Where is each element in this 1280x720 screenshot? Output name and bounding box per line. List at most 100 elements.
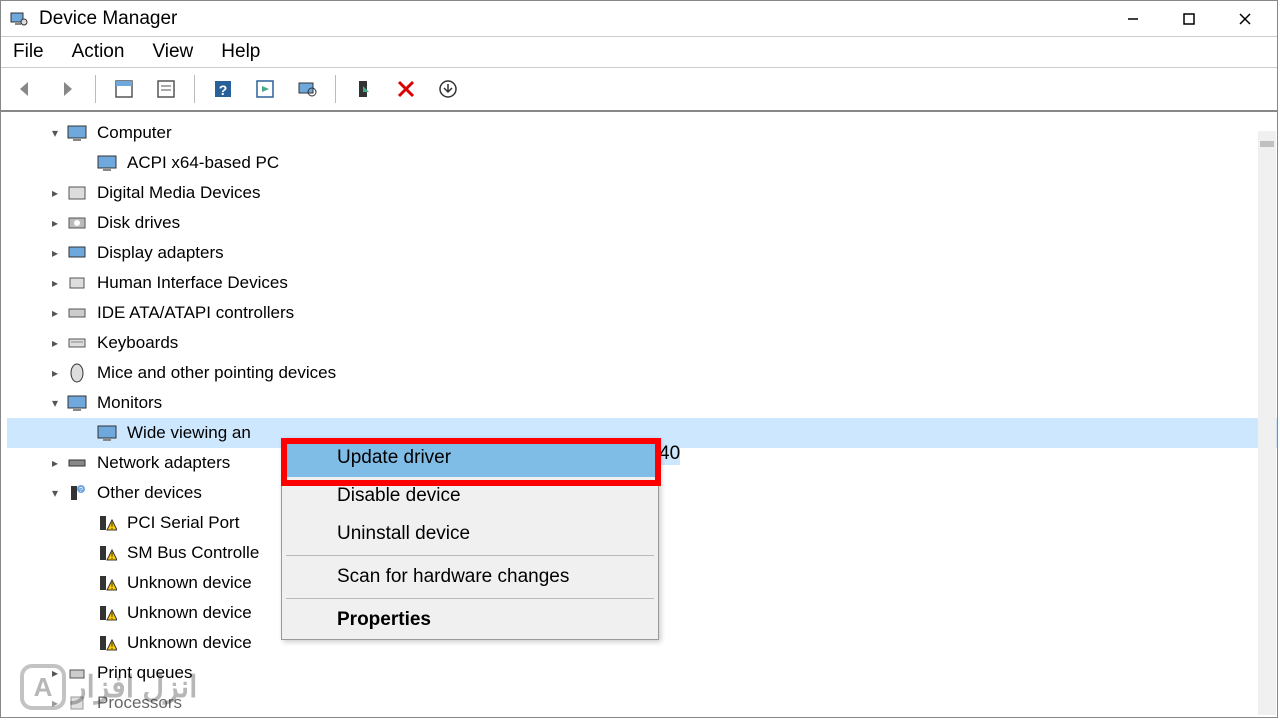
update-button[interactable] [432, 73, 464, 105]
menu-action[interactable]: Action [70, 41, 127, 63]
context-disable-device[interactable]: Disable device [282, 477, 658, 515]
tree-node-display[interactable]: ▸ Display adapters [7, 238, 1277, 268]
properties-button[interactable] [150, 73, 182, 105]
tree-node-computer[interactable]: ▾ Computer [7, 118, 1277, 148]
tree-label: ACPI x64-based PC [127, 153, 279, 173]
tree-node-printq[interactable]: ▸ Print queues [7, 658, 1277, 688]
enable-button[interactable] [348, 73, 380, 105]
uninstall-button[interactable] [390, 73, 422, 105]
svg-text:?: ? [79, 487, 83, 494]
chevron-right-icon[interactable]: ▸ [47, 245, 63, 261]
window-title: Device Manager [39, 8, 1117, 30]
menubar: File Action View Help [1, 37, 1277, 68]
tree-node-processors[interactable]: ▸ Processors [7, 688, 1277, 718]
mouse-icon [67, 363, 87, 383]
tree-node-dmd[interactable]: ▸ Digital Media Devices [7, 178, 1277, 208]
warning-icon: ! [97, 513, 117, 533]
scrollbar[interactable] [1258, 131, 1276, 715]
hid-icon [67, 273, 87, 293]
tree-label: Mice and other pointing devices [97, 363, 336, 383]
svg-text:?: ? [219, 82, 228, 98]
tree-label: Human Interface Devices [97, 273, 288, 293]
display-icon [67, 243, 87, 263]
separator [286, 555, 654, 556]
tree-label: Monitors [97, 393, 162, 413]
chevron-right-icon[interactable]: ▸ [47, 455, 63, 471]
chevron-down-icon[interactable]: ▾ [47, 395, 63, 411]
chevron-right-icon[interactable]: ▸ [47, 695, 63, 711]
media-icon [67, 183, 87, 203]
tree-label: Print queues [97, 663, 192, 683]
context-menu: Update driver Disable device Uninstall d… [281, 438, 659, 640]
warning-icon: ! [97, 543, 117, 563]
tree-label: Unknown device [127, 573, 252, 593]
network-icon [67, 453, 87, 473]
ide-icon [67, 303, 87, 323]
menu-view[interactable]: View [150, 41, 195, 63]
device-manager-window: Device Manager File Action View Help ? ▾… [0, 0, 1278, 718]
tree-node-ide[interactable]: ▸ IDE ATA/ATAPI controllers [7, 298, 1277, 328]
context-update-driver[interactable]: Update driver [282, 439, 658, 477]
disk-icon [67, 213, 87, 233]
tree-label: Network adapters [97, 453, 230, 473]
svg-text:!: ! [111, 611, 114, 621]
monitor-icon [67, 393, 87, 413]
monitor-icon [97, 423, 117, 443]
scroll-thumb[interactable] [1260, 141, 1274, 147]
tree-node-keyboards[interactable]: ▸ Keyboards [7, 328, 1277, 358]
selected-item-tail: 40 [659, 443, 680, 465]
scan-button[interactable] [291, 73, 323, 105]
tree-label: Display adapters [97, 243, 224, 263]
tree-node-acpi[interactable]: ACPI x64-based PC [7, 148, 1277, 178]
context-properties[interactable]: Properties [282, 601, 658, 639]
titlebar: Device Manager [1, 1, 1277, 37]
tree-label: Processors [97, 693, 182, 713]
maximize-button[interactable] [1173, 7, 1205, 31]
tree-node-mice[interactable]: ▸ Mice and other pointing devices [7, 358, 1277, 388]
warning-icon: ! [97, 633, 117, 653]
tree-label: Unknown device [127, 603, 252, 623]
other-icon: ? [67, 483, 87, 503]
chevron-down-icon[interactable]: ▾ [47, 125, 63, 141]
context-scan-hardware[interactable]: Scan for hardware changes [282, 558, 658, 596]
svg-text:!: ! [111, 581, 114, 591]
warning-icon: ! [97, 573, 117, 593]
show-hide-button[interactable] [108, 73, 140, 105]
help-button[interactable]: ? [207, 73, 239, 105]
menu-help[interactable]: Help [219, 41, 262, 63]
svg-text:!: ! [111, 641, 114, 651]
close-button[interactable] [1229, 7, 1261, 31]
keyboard-icon [67, 333, 87, 353]
context-uninstall-device[interactable]: Uninstall device [282, 515, 658, 553]
chevron-right-icon[interactable]: ▸ [47, 275, 63, 291]
tree-node-disk[interactable]: ▸ Disk drives [7, 208, 1277, 238]
chevron-right-icon[interactable]: ▸ [47, 215, 63, 231]
minimize-button[interactable] [1117, 7, 1149, 31]
svg-text:!: ! [111, 521, 114, 531]
printer-icon [67, 663, 87, 683]
chevron-right-icon[interactable]: ▸ [47, 335, 63, 351]
tree-label: IDE ATA/ATAPI controllers [97, 303, 294, 323]
chevron-right-icon[interactable]: ▸ [47, 305, 63, 321]
back-button[interactable] [9, 73, 41, 105]
chevron-right-icon[interactable]: ▸ [47, 185, 63, 201]
tree-label: Wide viewing an [127, 423, 251, 443]
toolbar: ? [1, 68, 1277, 112]
tree-label: Computer [97, 123, 172, 143]
forward-button[interactable] [51, 73, 83, 105]
tree-label: Disk drives [97, 213, 180, 233]
menu-file[interactable]: File [11, 41, 46, 63]
tree-label: Digital Media Devices [97, 183, 260, 203]
chevron-right-icon[interactable]: ▸ [47, 665, 63, 681]
tree-label: Unknown device [127, 633, 252, 653]
tree-node-hid[interactable]: ▸ Human Interface Devices [7, 268, 1277, 298]
tree-node-monitors[interactable]: ▾ Monitors [7, 388, 1277, 418]
chevron-right-icon[interactable]: ▸ [47, 365, 63, 381]
action-button[interactable] [249, 73, 281, 105]
separator [286, 598, 654, 599]
chevron-down-icon[interactable]: ▾ [47, 485, 63, 501]
cpu-icon [67, 693, 87, 713]
computer-icon [67, 123, 87, 143]
computer-icon [97, 153, 117, 173]
warning-icon: ! [97, 603, 117, 623]
